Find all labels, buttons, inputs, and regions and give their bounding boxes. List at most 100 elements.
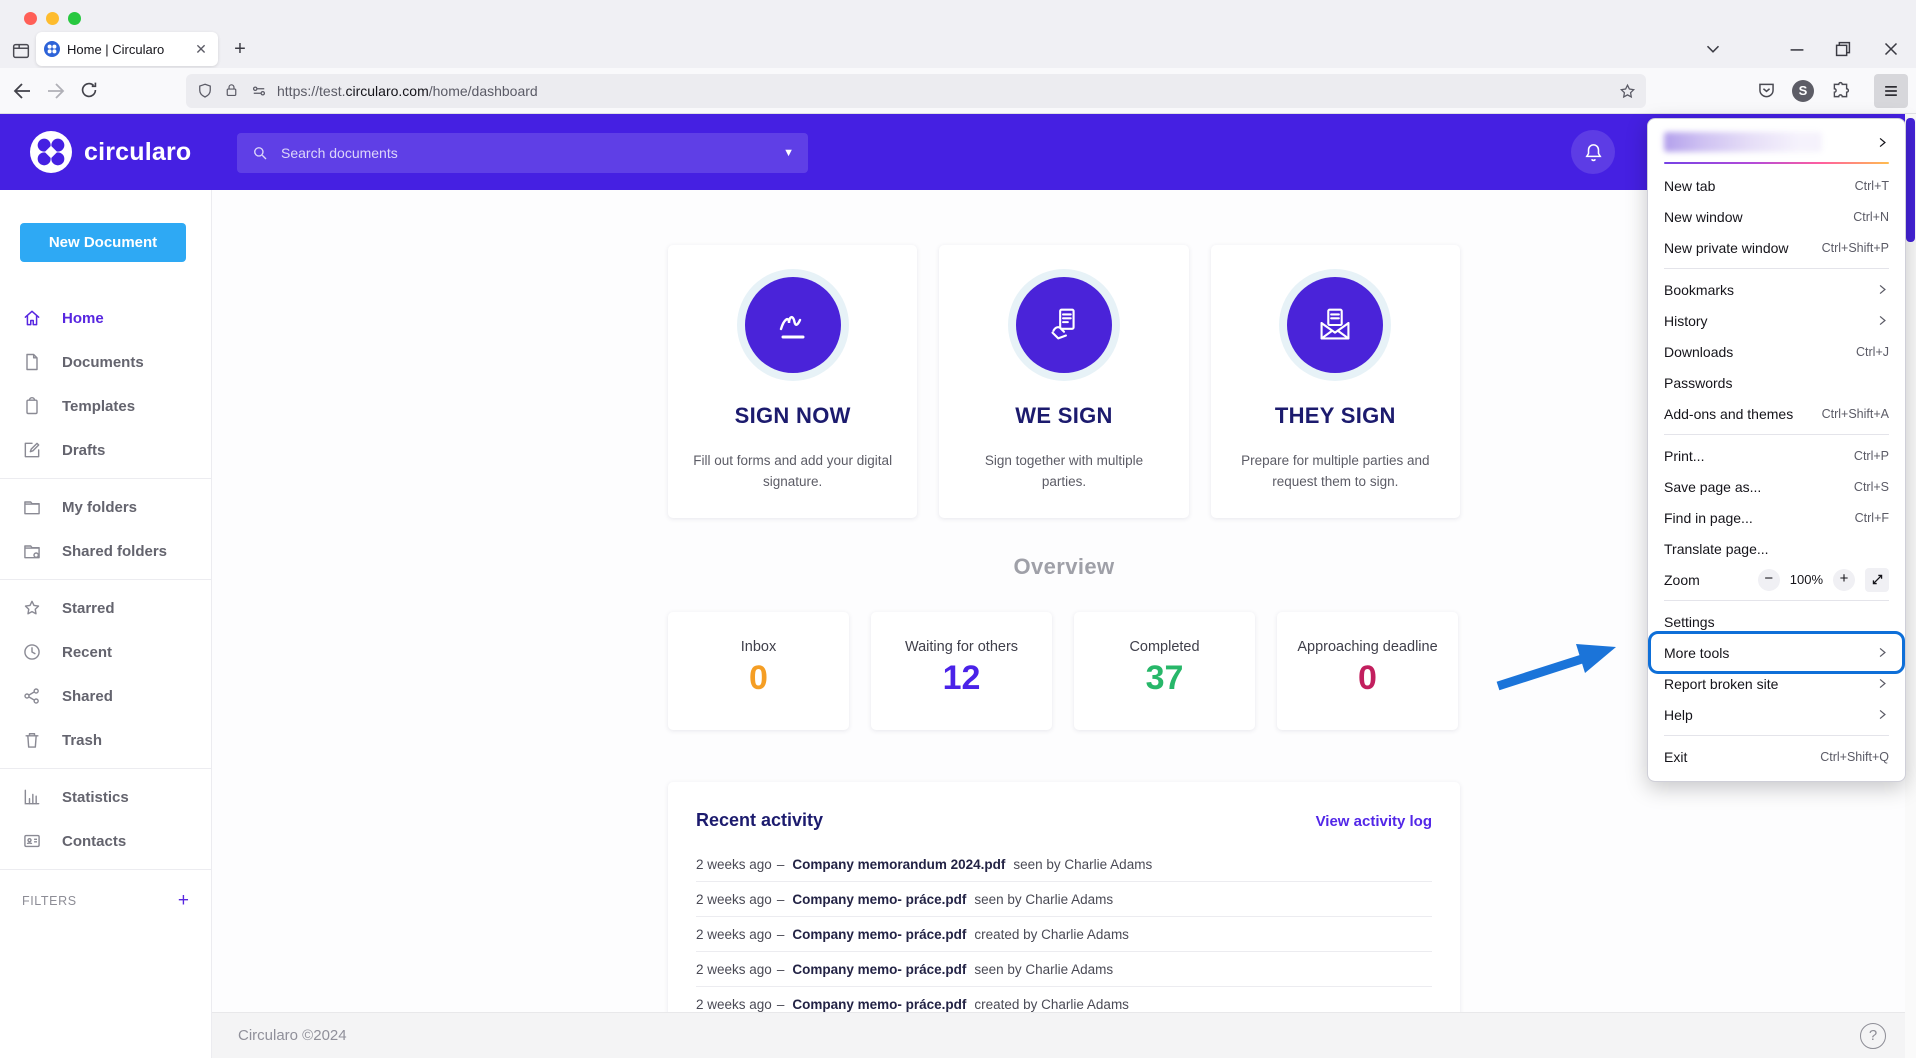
menu-item-report-broken-site[interactable]: Report broken site xyxy=(1654,668,1899,699)
reload-icon[interactable] xyxy=(78,79,102,103)
sidebar-item-trash[interactable]: Trash xyxy=(0,718,211,762)
recent-activity-title: Recent activity xyxy=(696,810,823,831)
sidebar-item-shared[interactable]: Shared xyxy=(0,674,211,718)
new-tab-button[interactable]: + xyxy=(228,38,252,62)
menu-item-settings[interactable]: Settings xyxy=(1654,606,1899,637)
new-document-button[interactable]: New Document xyxy=(20,223,186,262)
extensions-puzzle-icon[interactable] xyxy=(1830,80,1852,102)
they-sign-card[interactable]: THEY SIGN Prepare for multiple parties a… xyxy=(1211,245,1460,518)
sidebar-item-contacts[interactable]: Contacts xyxy=(0,819,211,863)
stat-card-completed[interactable]: Completed 37 xyxy=(1074,612,1255,730)
close-window-dot[interactable] xyxy=(24,12,37,25)
menu-item-more-tools[interactable]: More tools xyxy=(1654,637,1899,668)
back-icon[interactable] xyxy=(10,79,34,103)
search-dropdown-caret-icon[interactable]: ▼ xyxy=(783,147,794,159)
menu-divider xyxy=(1664,735,1889,736)
activity-row[interactable]: 2 weeks ago–Company memo- práce.pdfseen … xyxy=(696,882,1432,917)
page-scrollbar-thumb[interactable] xyxy=(1906,118,1915,242)
menu-item-downloads[interactable]: DownloadsCtrl+J xyxy=(1654,336,1899,367)
stat-card-inbox[interactable]: Inbox 0 xyxy=(668,612,849,730)
minimize-window-dot[interactable] xyxy=(46,12,59,25)
activity-file[interactable]: Company memo- práce.pdf xyxy=(792,962,966,977)
permissions-icon[interactable] xyxy=(250,82,268,100)
search-input[interactable]: Search documents ▼ xyxy=(237,133,808,173)
menu-item-save-page-as[interactable]: Save page as...Ctrl+S xyxy=(1654,471,1899,502)
lock-icon[interactable] xyxy=(223,82,241,100)
sidebar-item-my-folders[interactable]: My folders xyxy=(0,485,211,529)
sidebar-item-home[interactable]: Home xyxy=(0,296,211,340)
activity-row[interactable]: 2 weeks ago–Company memorandum 2024.pdfs… xyxy=(696,847,1432,882)
overview-title: Overview xyxy=(668,554,1460,580)
page-scrollbar-track[interactable] xyxy=(1905,114,1916,1058)
sidebar-item-recent[interactable]: Recent xyxy=(0,630,211,674)
restore-icon[interactable] xyxy=(1832,38,1854,60)
activity-row[interactable]: 2 weeks ago–Company memo- práce.pdfcreat… xyxy=(696,917,1432,952)
app-header: circularo Search documents ▼ xyxy=(0,114,1916,190)
zoom-level[interactable]: 100% xyxy=(1790,572,1823,587)
card-description: Prepare for multiple parties and request… xyxy=(1222,451,1448,493)
forward-icon[interactable] xyxy=(44,79,68,103)
menu-item-exit[interactable]: ExitCtrl+Shift+Q xyxy=(1654,741,1899,772)
statistics-icon xyxy=(22,787,42,807)
home-icon xyxy=(22,308,42,328)
we-sign-card[interactable]: WE SIGN Sign together with multiple part… xyxy=(939,245,1188,518)
browser-tab-bar: Home | Circularo ✕ + xyxy=(0,0,1916,68)
redacted-account-name xyxy=(1664,132,1822,152)
close-icon[interactable] xyxy=(1880,38,1902,60)
menu-item-history[interactable]: History xyxy=(1654,305,1899,336)
menu-item-addons[interactable]: Add-ons and themesCtrl+Shift+A xyxy=(1654,398,1899,429)
activity-file[interactable]: Company memo- práce.pdf xyxy=(792,927,966,942)
zoom-window-dot[interactable] xyxy=(68,12,81,25)
menu-account-row[interactable] xyxy=(1654,127,1899,157)
browser-tab[interactable]: Home | Circularo ✕ xyxy=(36,32,218,66)
activity-file[interactable]: Company memo- práce.pdf xyxy=(792,892,966,907)
list-tabs-chevron-icon[interactable] xyxy=(1702,38,1724,60)
firefox-view-icon[interactable] xyxy=(10,40,34,62)
stat-card-waiting-for-others[interactable]: Waiting for others 12 xyxy=(871,612,1052,730)
activity-file[interactable]: Company memo- práce.pdf xyxy=(792,997,966,1012)
stat-value: 12 xyxy=(871,659,1052,698)
menu-item-bookmarks[interactable]: Bookmarks xyxy=(1654,274,1899,305)
menu-item-help[interactable]: Help xyxy=(1654,699,1899,730)
url-bar[interactable]: https://test.circularo.com/home/dashboar… xyxy=(186,74,1646,108)
menu-item-translate-page[interactable]: Translate page... xyxy=(1654,533,1899,564)
menu-item-passwords[interactable]: Passwords xyxy=(1654,367,1899,398)
zoom-in-button[interactable]: + xyxy=(1833,569,1855,591)
menu-item-new-window[interactable]: New windowCtrl+N xyxy=(1654,201,1899,232)
chevron-right-icon xyxy=(1876,314,1889,327)
stat-card-approaching-deadline[interactable]: Approaching deadline 0 xyxy=(1277,612,1458,730)
activity-file[interactable]: Company memorandum 2024.pdf xyxy=(792,857,1005,872)
menu-item-print[interactable]: Print...Ctrl+P xyxy=(1654,440,1899,471)
sidebar-item-documents[interactable]: Documents xyxy=(0,340,211,384)
sidebar-item-statistics[interactable]: Statistics xyxy=(0,775,211,819)
brand[interactable]: circularo xyxy=(30,131,191,173)
bookmark-star-icon[interactable] xyxy=(1618,82,1636,100)
tab-close-icon[interactable]: ✕ xyxy=(192,40,210,58)
icon-ring xyxy=(1008,269,1120,381)
copyright-text: Circularo ©2024 xyxy=(238,1027,347,1044)
sign-now-card[interactable]: SIGN NOW Fill out forms and add your dig… xyxy=(668,245,917,518)
account-badge[interactable]: S xyxy=(1792,80,1814,102)
menu-hamburger-icon[interactable] xyxy=(1874,74,1908,108)
menu-item-new-tab[interactable]: New tabCtrl+T xyxy=(1654,170,1899,201)
notifications-bell-icon[interactable] xyxy=(1571,130,1615,174)
sidebar-item-templates[interactable]: Templates xyxy=(0,384,211,428)
menu-item-find-in-page[interactable]: Find in page...Ctrl+F xyxy=(1654,502,1899,533)
minimize-icon[interactable] xyxy=(1786,38,1808,60)
sidebar: New Document Home Documents Templates Dr… xyxy=(0,190,212,1058)
view-activity-log-link[interactable]: View activity log xyxy=(1316,813,1432,830)
card-title: WE SIGN xyxy=(1015,403,1112,429)
shield-icon[interactable] xyxy=(196,82,214,100)
activity-row[interactable]: 2 weeks ago–Company memo- práce.pdfseen … xyxy=(696,952,1432,987)
help-icon[interactable]: ? xyxy=(1860,1023,1886,1049)
menu-item-new-private-window[interactable]: New private windowCtrl+Shift+P xyxy=(1654,232,1899,263)
sidebar-item-drafts[interactable]: Drafts xyxy=(0,428,211,472)
chevron-right-icon xyxy=(1876,136,1889,149)
sidebar-item-shared-folders[interactable]: Shared folders xyxy=(0,529,211,573)
sidebar-item-starred[interactable]: Starred xyxy=(0,586,211,630)
fullscreen-icon[interactable] xyxy=(1865,568,1889,592)
add-filter-button[interactable]: + xyxy=(178,890,189,912)
zoom-out-button[interactable]: − xyxy=(1758,569,1780,591)
stat-value: 0 xyxy=(668,659,849,698)
pocket-icon[interactable] xyxy=(1756,80,1778,102)
